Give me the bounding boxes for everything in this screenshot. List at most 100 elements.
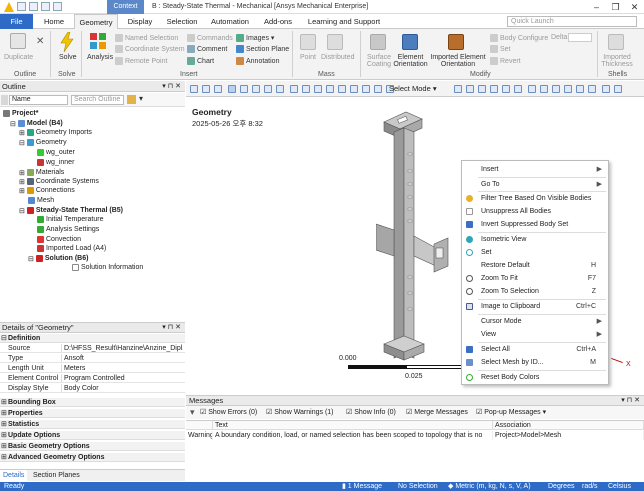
view-icon[interactable] (202, 85, 210, 93)
revert-button[interactable]: Revert (490, 57, 521, 65)
delta-field[interactable]: Delta (551, 34, 567, 41)
tree-node-initial-temperature[interactable]: Initial Temperature (37, 215, 103, 224)
collapse-icon[interactable]: ⊟ (19, 139, 25, 147)
select-face-icon[interactable] (478, 85, 486, 93)
column-header-association[interactable]: Association (493, 421, 644, 430)
solve-lightning-icon[interactable] (58, 32, 76, 52)
tree-node-wg-outer[interactable]: wg_outer (37, 148, 75, 157)
column-header-text[interactable]: Text (213, 421, 493, 430)
collapse-icon[interactable]: ⊟ (19, 207, 25, 215)
surface-coating-icon[interactable] (370, 34, 386, 50)
images-button[interactable]: Images ▾ (236, 34, 274, 43)
close-button[interactable]: ✕ (625, 0, 644, 14)
chevron-down-icon[interactable]: ▾ (139, 94, 143, 103)
commands-button[interactable]: Commands (187, 34, 233, 42)
show-warnings-checkbox[interactable]: ☑ Show Warnings (1) (266, 406, 334, 419)
section-plane-button[interactable]: Section Plane (236, 45, 289, 53)
select-body-icon[interactable] (490, 85, 498, 93)
rotate-icon[interactable] (290, 85, 298, 93)
tree-node-convection[interactable]: Convection (37, 235, 81, 244)
details-value[interactable]: Meters (63, 364, 183, 372)
undo-icon[interactable] (29, 2, 38, 11)
expand-icon[interactable]: ⊞ (1, 409, 7, 418)
tab-file[interactable]: File (0, 14, 33, 29)
status-messages[interactable]: ▮ 1 Message (342, 482, 382, 491)
tree-node-project[interactable]: Project* (3, 109, 38, 118)
comment-button[interactable]: Comment (187, 45, 227, 53)
point-mass-button[interactable]: Point (300, 54, 316, 61)
view-icon[interactable] (240, 85, 248, 93)
outline-name-dropdown[interactable]: Name (9, 95, 68, 105)
collapse-icon[interactable]: ⊟ (28, 255, 34, 263)
element-orientation-button[interactable]: Element Orientation (393, 54, 428, 68)
tree-node-analysis-settings[interactable]: Analysis Settings (37, 225, 99, 234)
select-vertex-icon[interactable] (454, 85, 462, 93)
maximize-button[interactable]: ❐ (606, 0, 625, 14)
menu-item-reset-body-colors[interactable]: Reset Body Colors (462, 371, 608, 384)
expand-icon[interactable]: ⊞ (1, 453, 7, 462)
delete-icon[interactable]: ✕ (36, 36, 44, 47)
expand-icon[interactable]: ⊞ (19, 178, 25, 186)
imported-element-orientation-icon[interactable] (448, 34, 464, 50)
menu-item-filter-tree[interactable]: Filter Tree Based On Visible Bodies (462, 192, 608, 205)
expand-icon[interactable]: ⊞ (1, 398, 7, 407)
status-degrees[interactable]: Degrees (548, 482, 574, 491)
expand-icon[interactable]: ⊞ (19, 169, 25, 177)
element-orientation-icon[interactable] (402, 34, 418, 50)
select-icon[interactable] (614, 85, 622, 93)
details-value[interactable]: Program Controlled (63, 374, 183, 382)
details-value[interactable]: Ansoft (63, 354, 183, 362)
save-icon[interactable] (17, 2, 26, 11)
expand-icon[interactable]: ⊞ (1, 420, 7, 429)
collapse-icon[interactable]: ⊟ (10, 120, 16, 128)
next-view-icon[interactable] (374, 85, 382, 93)
show-info-checkbox[interactable]: ☑ Show Info (0) (346, 406, 396, 419)
status-celsius[interactable]: Celsius (608, 482, 631, 491)
customize-icon[interactable] (53, 2, 62, 11)
details-section-update-options[interactable]: ⊞ Update Options (0, 431, 185, 440)
menu-item-insert[interactable]: Insert ▶ (462, 163, 608, 176)
zoom-box-icon[interactable] (326, 85, 334, 93)
imported-element-orientation-button[interactable]: Imported Element Orientation (430, 54, 486, 68)
tab-section-planes[interactable]: Section Planes (30, 470, 83, 482)
select-icon[interactable] (540, 85, 548, 93)
tab-add-ons[interactable]: Add-ons (258, 14, 298, 29)
details-section-advanced-geometry-options[interactable]: ⊞ Advanced Geometry Options (0, 453, 185, 462)
pin-close-icons[interactable]: ▾ ⊓ ✕ (621, 396, 640, 406)
details-row-length-unit[interactable]: Length Unit Meters (0, 364, 185, 373)
point-mass-icon[interactable] (300, 34, 316, 50)
view-icon[interactable] (252, 85, 260, 93)
tree-node-coordinate-systems[interactable]: ⊞ Coordinate Systems (19, 177, 99, 186)
coordinate-system-button[interactable]: Coordinate System (115, 45, 185, 53)
tree-node-geometry[interactable]: ⊟ Geometry (19, 138, 67, 147)
view-icon[interactable] (214, 85, 222, 93)
tree-node-connections[interactable]: ⊞ Connections (19, 186, 75, 195)
surface-coating-button[interactable]: Surface Coating (366, 54, 392, 68)
details-section-basic-geometry-options[interactable]: ⊞ Basic Geometry Options (0, 442, 185, 451)
tab-display[interactable]: Display (121, 14, 159, 29)
solve-button[interactable]: Solve (59, 54, 77, 61)
expand-icon[interactable]: ⊞ (19, 129, 25, 137)
menu-item-invert-suppressed[interactable]: Invert Suppressed Body Set (462, 218, 608, 231)
details-row-source[interactable]: Source D:\HFSS_Result\Hanzine\Anzine_Dipl… (0, 344, 185, 353)
menu-item-restore-default[interactable]: Restore Default H (462, 259, 608, 272)
select-icon[interactable] (564, 85, 572, 93)
select-icon[interactable] (588, 85, 596, 93)
expand-icon[interactable]: ⊞ (1, 431, 7, 440)
outline-menu-icon[interactable] (1, 95, 8, 105)
imported-thickness-icon[interactable] (608, 34, 624, 50)
merge-messages-checkbox[interactable]: ☑ Merge Messages (406, 406, 468, 419)
pin-close-icons[interactable]: ▾ ⊓ ✕ (162, 81, 181, 92)
menu-item-isometric-view[interactable]: Isometric View (462, 233, 608, 246)
body-configure-button[interactable]: Body Configure (490, 34, 548, 42)
tree-node-steady-state-thermal[interactable]: ⊟ Steady-State Thermal (B5) (19, 206, 123, 215)
popup-messages-checkbox[interactable]: ☑ Pop-up Messages ▾ (476, 406, 546, 419)
menu-item-unsuppress-all[interactable]: Unsuppress All Bodies (462, 205, 608, 218)
filter-icon[interactable] (127, 95, 136, 104)
expand-icon[interactable]: ⊞ (1, 442, 7, 451)
tree-node-imported-load[interactable]: Imported Load (A4) (37, 244, 106, 253)
menu-item-cursor-mode[interactable]: Cursor Mode ▶ (462, 315, 608, 328)
mode-dropdown[interactable]: Mode ▾ (412, 84, 437, 93)
view-icon[interactable] (190, 85, 198, 93)
set-button[interactable]: Set (490, 45, 511, 53)
